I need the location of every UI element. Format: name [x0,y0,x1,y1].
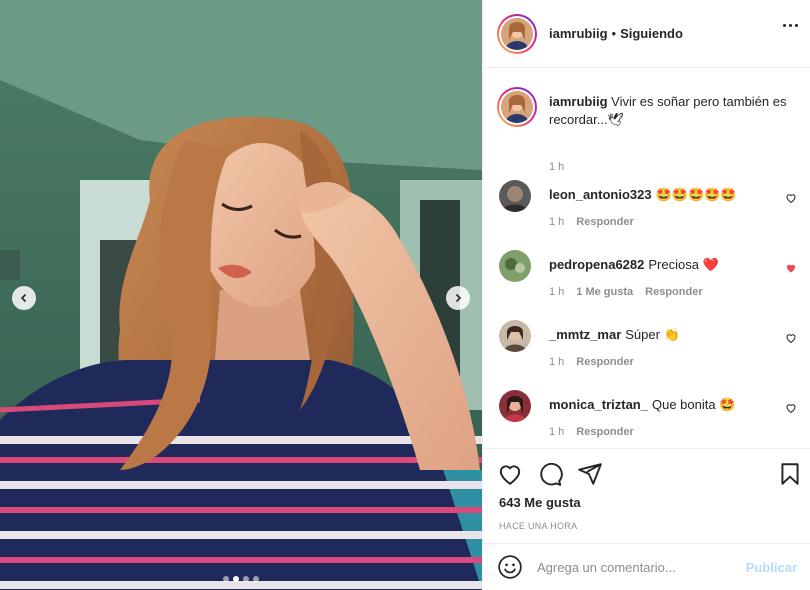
publish-button[interactable]: Publicar [746,560,797,575]
comment-time[interactable]: 1 h [549,286,564,298]
save-bookmark-button[interactable] [777,461,803,492]
emoji-smile-icon[interactable] [497,554,523,580]
like-comment-heart-icon[interactable] [785,192,797,204]
commenter-avatar[interactable] [499,320,531,352]
post-actions: 643 Me gusta HACE UNA HORA [483,448,810,543]
likes-count[interactable]: 643 Me gusta [499,495,581,510]
commenter-avatar[interactable] [499,390,531,422]
comment-text: Que bonita 🤩 [651,397,736,412]
like-comment-heart-icon[interactable] [785,332,797,344]
post-header: iamrubiig • Siguiendo [483,0,810,68]
following-button[interactable]: Siguiendo [620,26,683,41]
chevron-right-icon [455,293,462,303]
caption-text-block: iamrubiig Vivir es soñar pero también es… [549,93,799,129]
like-comment-heart-icon[interactable] [785,402,797,414]
post-timestamp[interactable]: HACE UNA HORA [499,521,577,531]
commenter-avatar[interactable] [499,250,531,282]
like-heart-icon[interactable] [497,461,523,487]
post-image [0,0,482,590]
add-comment-bar: Publicar [483,543,810,590]
post-side-panel: iamrubiig • Siguiendo iamrubiig Vivir es… [482,0,810,590]
comment-text: Súper 👏 [625,327,680,342]
carousel-indicator [0,576,482,582]
author-avatar-image [501,17,533,50]
comment-item: monica_triztan_ Que bonita 🤩 1 h Responde… [499,390,799,447]
reply-button[interactable]: Responder [576,356,633,368]
author-username[interactable]: iamrubiig [549,26,608,41]
comment-time[interactable]: 1 h [549,356,564,368]
comments-list[interactable]: iamrubiig Vivir es soñar pero también es… [483,69,810,447]
post-photo[interactable] [0,0,482,590]
comment-time[interactable]: 1 h [549,216,564,228]
carousel-dot [223,576,229,582]
chevron-left-icon [20,293,27,303]
commenter-username[interactable]: leon_antonio323 [549,187,652,202]
caption-avatar-image [501,91,533,123]
commenter-username[interactable]: pedropena6282 [549,257,644,272]
reply-button[interactable]: Responder [645,286,702,298]
author-avatar[interactable] [497,13,537,54]
instagram-post-view: iamrubiig • Siguiendo iamrubiig Vivir es… [0,0,810,590]
caption-username[interactable]: iamrubiig [549,94,608,109]
commenter-username[interactable]: _mmtz_mar [549,327,621,342]
liked-comment-heart-icon[interactable] [785,262,797,274]
comment-input[interactable] [537,559,746,575]
share-send-icon[interactable] [577,461,603,487]
commenter-avatar[interactable] [499,180,531,212]
comment-item: leon_antonio323 🤩🤩🤩🤩🤩 1 h Responder [499,180,799,240]
caption-time[interactable]: 1 h [549,161,564,173]
comment-time[interactable]: 1 h [549,426,564,438]
reply-button[interactable]: Responder [576,216,633,228]
carousel-next-button[interactable] [446,286,470,310]
header-separator: • [611,26,617,41]
carousel-dot [253,576,259,582]
more-options-icon[interactable] [783,24,798,27]
reply-button[interactable]: Responder [576,426,633,438]
caption-author-avatar[interactable] [497,87,537,127]
carousel-dot [243,576,249,582]
comment-bubble-icon[interactable] [537,461,563,487]
carousel-dot-active [233,576,239,582]
comment-text: Preciosa ❤️ [648,257,719,272]
comment-text: 🤩🤩🤩🤩🤩 [655,187,737,202]
commenter-username[interactable]: monica_triztan_ [549,397,648,412]
comment-item: _mmtz_mar Súper 👏 1 h Responder [499,320,799,380]
bookmark-icon [781,463,799,485]
carousel-prev-button[interactable] [12,286,36,310]
comment-likes-count[interactable]: 1 Me gusta [576,286,633,298]
comment-item: pedropena6282 Preciosa ❤️ 1 h 1 Me gusta … [499,250,799,310]
